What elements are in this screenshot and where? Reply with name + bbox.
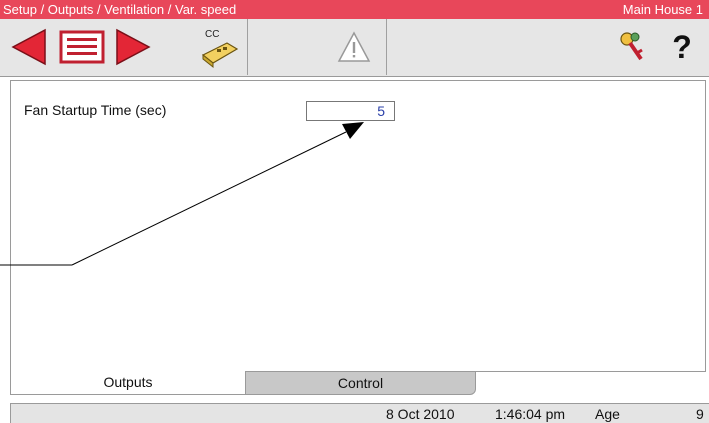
breadcrumb: Setup / Outputs / Ventilation / Var. spe… [3, 2, 237, 17]
alarm-button[interactable] [336, 23, 372, 71]
forward-arrow-icon [116, 28, 151, 66]
list-button[interactable] [56, 23, 108, 71]
cc-calculator-button[interactable]: CC [196, 23, 244, 71]
tab-outputs[interactable]: Outputs [10, 371, 246, 395]
back-button[interactable] [8, 23, 50, 71]
status-bar: 8 Oct 2010 1:46:04 pm Age 9 [10, 403, 709, 423]
fan-startup-time-label: Fan Startup Time (sec) [24, 102, 167, 118]
help-icon: ? [672, 28, 692, 65]
toolbar-divider [386, 19, 387, 75]
keys-icon [620, 32, 643, 61]
toolbar-divider [247, 19, 248, 75]
help-button[interactable]: ? [660, 23, 704, 71]
house-name: Main House 1 [622, 2, 703, 17]
list-icon [59, 30, 105, 64]
fan-startup-time-field[interactable]: 5 [306, 101, 395, 121]
age-label: Age [595, 406, 620, 422]
cc-calculator-icon: CC [201, 29, 239, 69]
age-value: 9 [696, 406, 704, 422]
keys-button[interactable] [614, 23, 650, 71]
settings-panel [10, 80, 706, 372]
svg-text:CC: CC [205, 29, 219, 40]
status-time: 1:46:04 pm [495, 406, 566, 422]
warning-icon [337, 31, 371, 62]
back-arrow-icon [11, 28, 46, 66]
status-date: 8 Oct 2010 [386, 406, 455, 422]
forward-button[interactable] [112, 23, 154, 71]
title-bar: Setup / Outputs / Ventilation / Var. spe… [0, 0, 709, 19]
toolbar: CC ? [0, 19, 709, 77]
tab-control[interactable]: Control [245, 371, 476, 395]
